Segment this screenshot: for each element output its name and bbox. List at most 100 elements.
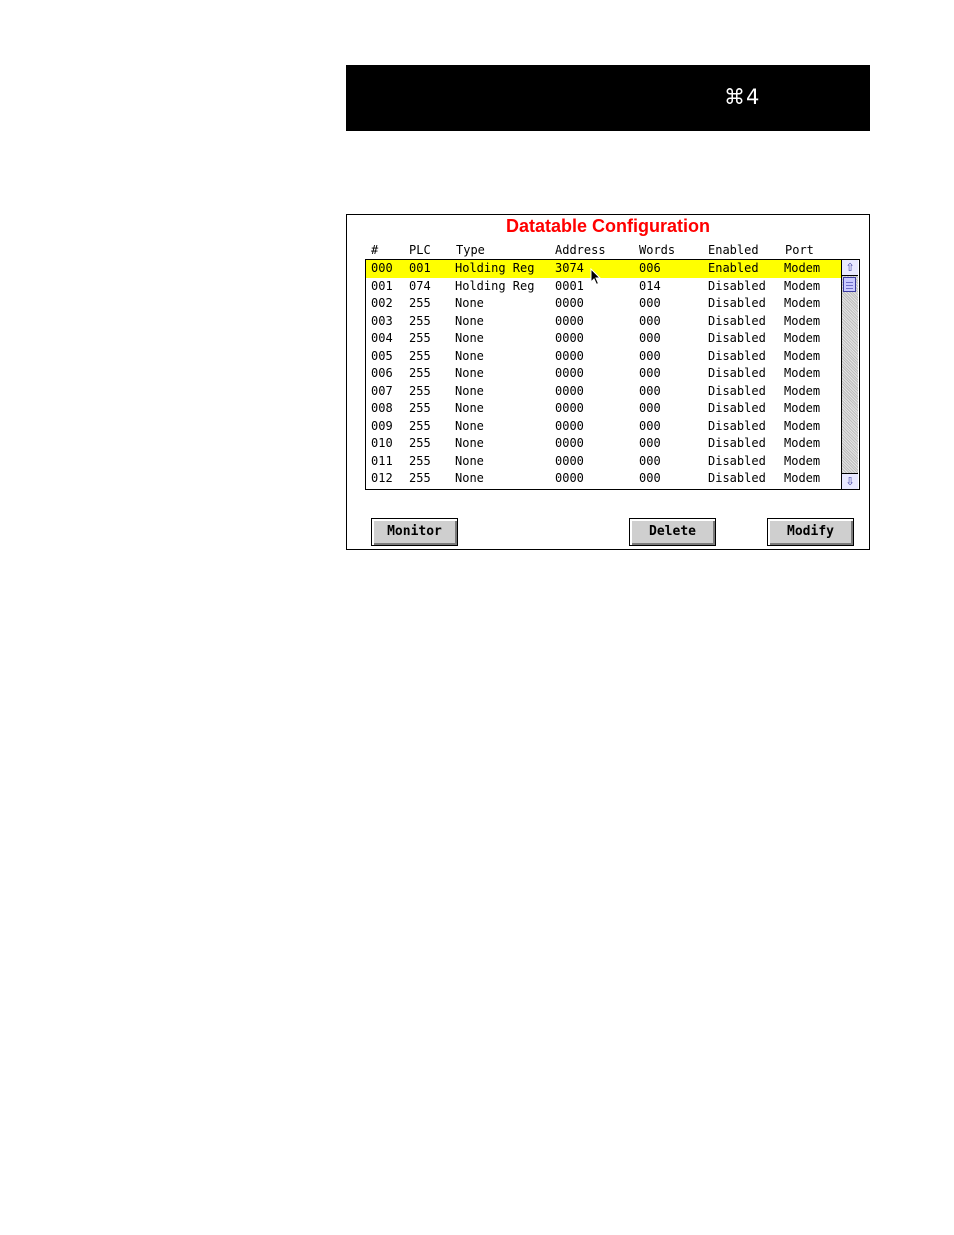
datatable-configuration-window: Datatable Configuration # PLC Type Addre… xyxy=(346,214,870,550)
cell-address: 0000 xyxy=(555,366,584,380)
cell-port: Modem xyxy=(784,348,821,363)
cell-enabled: Disabled xyxy=(708,418,766,433)
cell-words: 000 xyxy=(639,383,661,398)
cell-port: Modem xyxy=(784,366,821,380)
window-title: Datatable Configuration xyxy=(505,216,710,236)
table-row[interactable]: 010 255 None 0000 000 Disabled Modem xyxy=(366,435,841,453)
cell-type: None xyxy=(455,348,484,363)
datatable-list[interactable]: 000 001 Holding Reg 3074 006 Enabled Modem 001 0… xyxy=(365,259,860,490)
table-row[interactable]: 001 074 Holding Reg 0001 014 Disabled Modem xyxy=(366,278,841,296)
cell-enabled: Disabled xyxy=(708,383,766,398)
table-row[interactable]: 006 255 None 0000 000 Disabled Modem xyxy=(366,365,841,383)
cell-address: 0000 xyxy=(555,418,584,433)
cell-type: Holding Reg xyxy=(455,261,535,275)
cell-number: 005 xyxy=(371,348,393,363)
table-row[interactable]: 012 255 None 0000 000 Disabled Modem xyxy=(366,470,841,488)
arrow-up-icon[interactable]: ⇧ xyxy=(842,260,858,276)
cell-words: 000 xyxy=(639,436,661,450)
cell-number: 000 xyxy=(371,261,393,275)
scrollbar-thumb[interactable] xyxy=(843,277,856,292)
table-row[interactable]: 009 255 None 0000 000 Disabled Modem xyxy=(366,418,841,436)
cell-number: 012 xyxy=(371,471,393,485)
cell-plc: 255 xyxy=(409,436,431,450)
cell-port: Modem xyxy=(784,418,821,433)
cell-words: 000 xyxy=(639,296,661,310)
vertical-scrollbar[interactable]: ⇧ ⇩ xyxy=(841,260,858,489)
cell-port: Modem xyxy=(784,278,821,293)
cell-type: None xyxy=(455,418,484,433)
cell-enabled: Disabled xyxy=(708,331,766,345)
cell-address: 0000 xyxy=(555,453,584,468)
cell-plc: 255 xyxy=(409,471,431,485)
mouse-pointer-icon xyxy=(590,268,602,286)
cell-type: None xyxy=(455,366,484,380)
cell-plc: 074 xyxy=(409,278,431,293)
cell-port: Modem xyxy=(784,436,821,450)
column-header-port: Port xyxy=(785,243,814,257)
table-row[interactable]: 011 255 None 0000 000 Disabled Modem xyxy=(366,453,841,471)
cell-number: 001 xyxy=(371,278,393,293)
cell-plc: 255 xyxy=(409,331,431,345)
cell-words: 000 xyxy=(639,366,661,380)
table-row[interactable]: 002 255 None 0000 000 Disabled Modem xyxy=(366,295,841,313)
cell-number: 006 xyxy=(371,366,393,380)
column-header-plc: PLC xyxy=(409,243,431,257)
cell-type: None xyxy=(455,453,484,468)
cell-number: 011 xyxy=(371,453,393,468)
cell-enabled: Disabled xyxy=(708,366,766,380)
cell-address: 0000 xyxy=(555,296,584,310)
cell-plc: 255 xyxy=(409,348,431,363)
cell-type: None xyxy=(455,436,484,450)
cell-type: None xyxy=(455,401,484,415)
cell-words: 000 xyxy=(639,471,661,485)
cell-plc: 255 xyxy=(409,383,431,398)
cell-number: 003 xyxy=(371,313,393,328)
cell-enabled: Enabled xyxy=(708,261,759,275)
monitor-button[interactable]: Monitor xyxy=(371,518,458,546)
cell-words: 014 xyxy=(639,278,661,293)
cell-port: Modem xyxy=(784,383,821,398)
cell-address: 0000 xyxy=(555,313,584,328)
table-row[interactable]: 008 255 None 0000 000 Disabled Modem xyxy=(366,400,841,418)
delete-button[interactable]: Delete xyxy=(629,518,716,546)
cell-port: Modem xyxy=(784,453,821,468)
table-row[interactable]: 007 255 None 0000 000 Disabled Modem xyxy=(366,383,841,401)
table-row[interactable]: 003 255 None 0000 000 Disabled Modem xyxy=(366,313,841,331)
cell-plc: 255 xyxy=(409,366,431,380)
arrow-down-icon[interactable]: ⇩ xyxy=(842,473,858,489)
table-row[interactable]: 000 001 Holding Reg 3074 006 Enabled Modem xyxy=(366,260,841,278)
cell-port: Modem xyxy=(784,313,821,328)
cell-port: Modem xyxy=(784,296,821,310)
cell-number: 007 xyxy=(371,383,393,398)
cell-address: 0000 xyxy=(555,383,584,398)
cell-port: Modem xyxy=(784,471,821,485)
cell-enabled: Disabled xyxy=(708,401,766,415)
cell-number: 002 xyxy=(371,296,393,310)
cell-port: Modem xyxy=(784,261,821,275)
cell-type: None xyxy=(455,313,484,328)
cell-type: None xyxy=(455,331,484,345)
cell-type: None xyxy=(455,471,484,485)
cell-number: 010 xyxy=(371,436,393,450)
cell-number: 004 xyxy=(371,331,393,345)
cell-words: 006 xyxy=(639,261,661,275)
keyboard-shortcut-label: ⌘4 xyxy=(724,85,761,109)
modify-button[interactable]: Modify xyxy=(767,518,854,546)
cell-address: 0001 xyxy=(555,278,584,293)
column-header-words: Words xyxy=(639,243,676,257)
cell-plc: 255 xyxy=(409,418,431,433)
cell-enabled: Disabled xyxy=(708,278,766,293)
cell-address: 0000 xyxy=(555,436,584,450)
cell-enabled: Disabled xyxy=(708,348,766,363)
cell-plc: 255 xyxy=(409,453,431,468)
cell-plc: 001 xyxy=(409,261,431,275)
header-bar: ⌘4 xyxy=(346,65,870,131)
table-row[interactable]: 004 255 None 0000 000 Disabled Modem xyxy=(366,330,841,348)
table-row[interactable]: 005 255 None 0000 000 Disabled Modem xyxy=(366,348,841,366)
cell-type: None xyxy=(455,296,484,310)
cell-plc: 255 xyxy=(409,401,431,415)
cell-type: None xyxy=(455,383,484,398)
column-header-number: # xyxy=(371,243,379,257)
cell-address: 0000 xyxy=(555,401,584,415)
cell-words: 000 xyxy=(639,313,661,328)
